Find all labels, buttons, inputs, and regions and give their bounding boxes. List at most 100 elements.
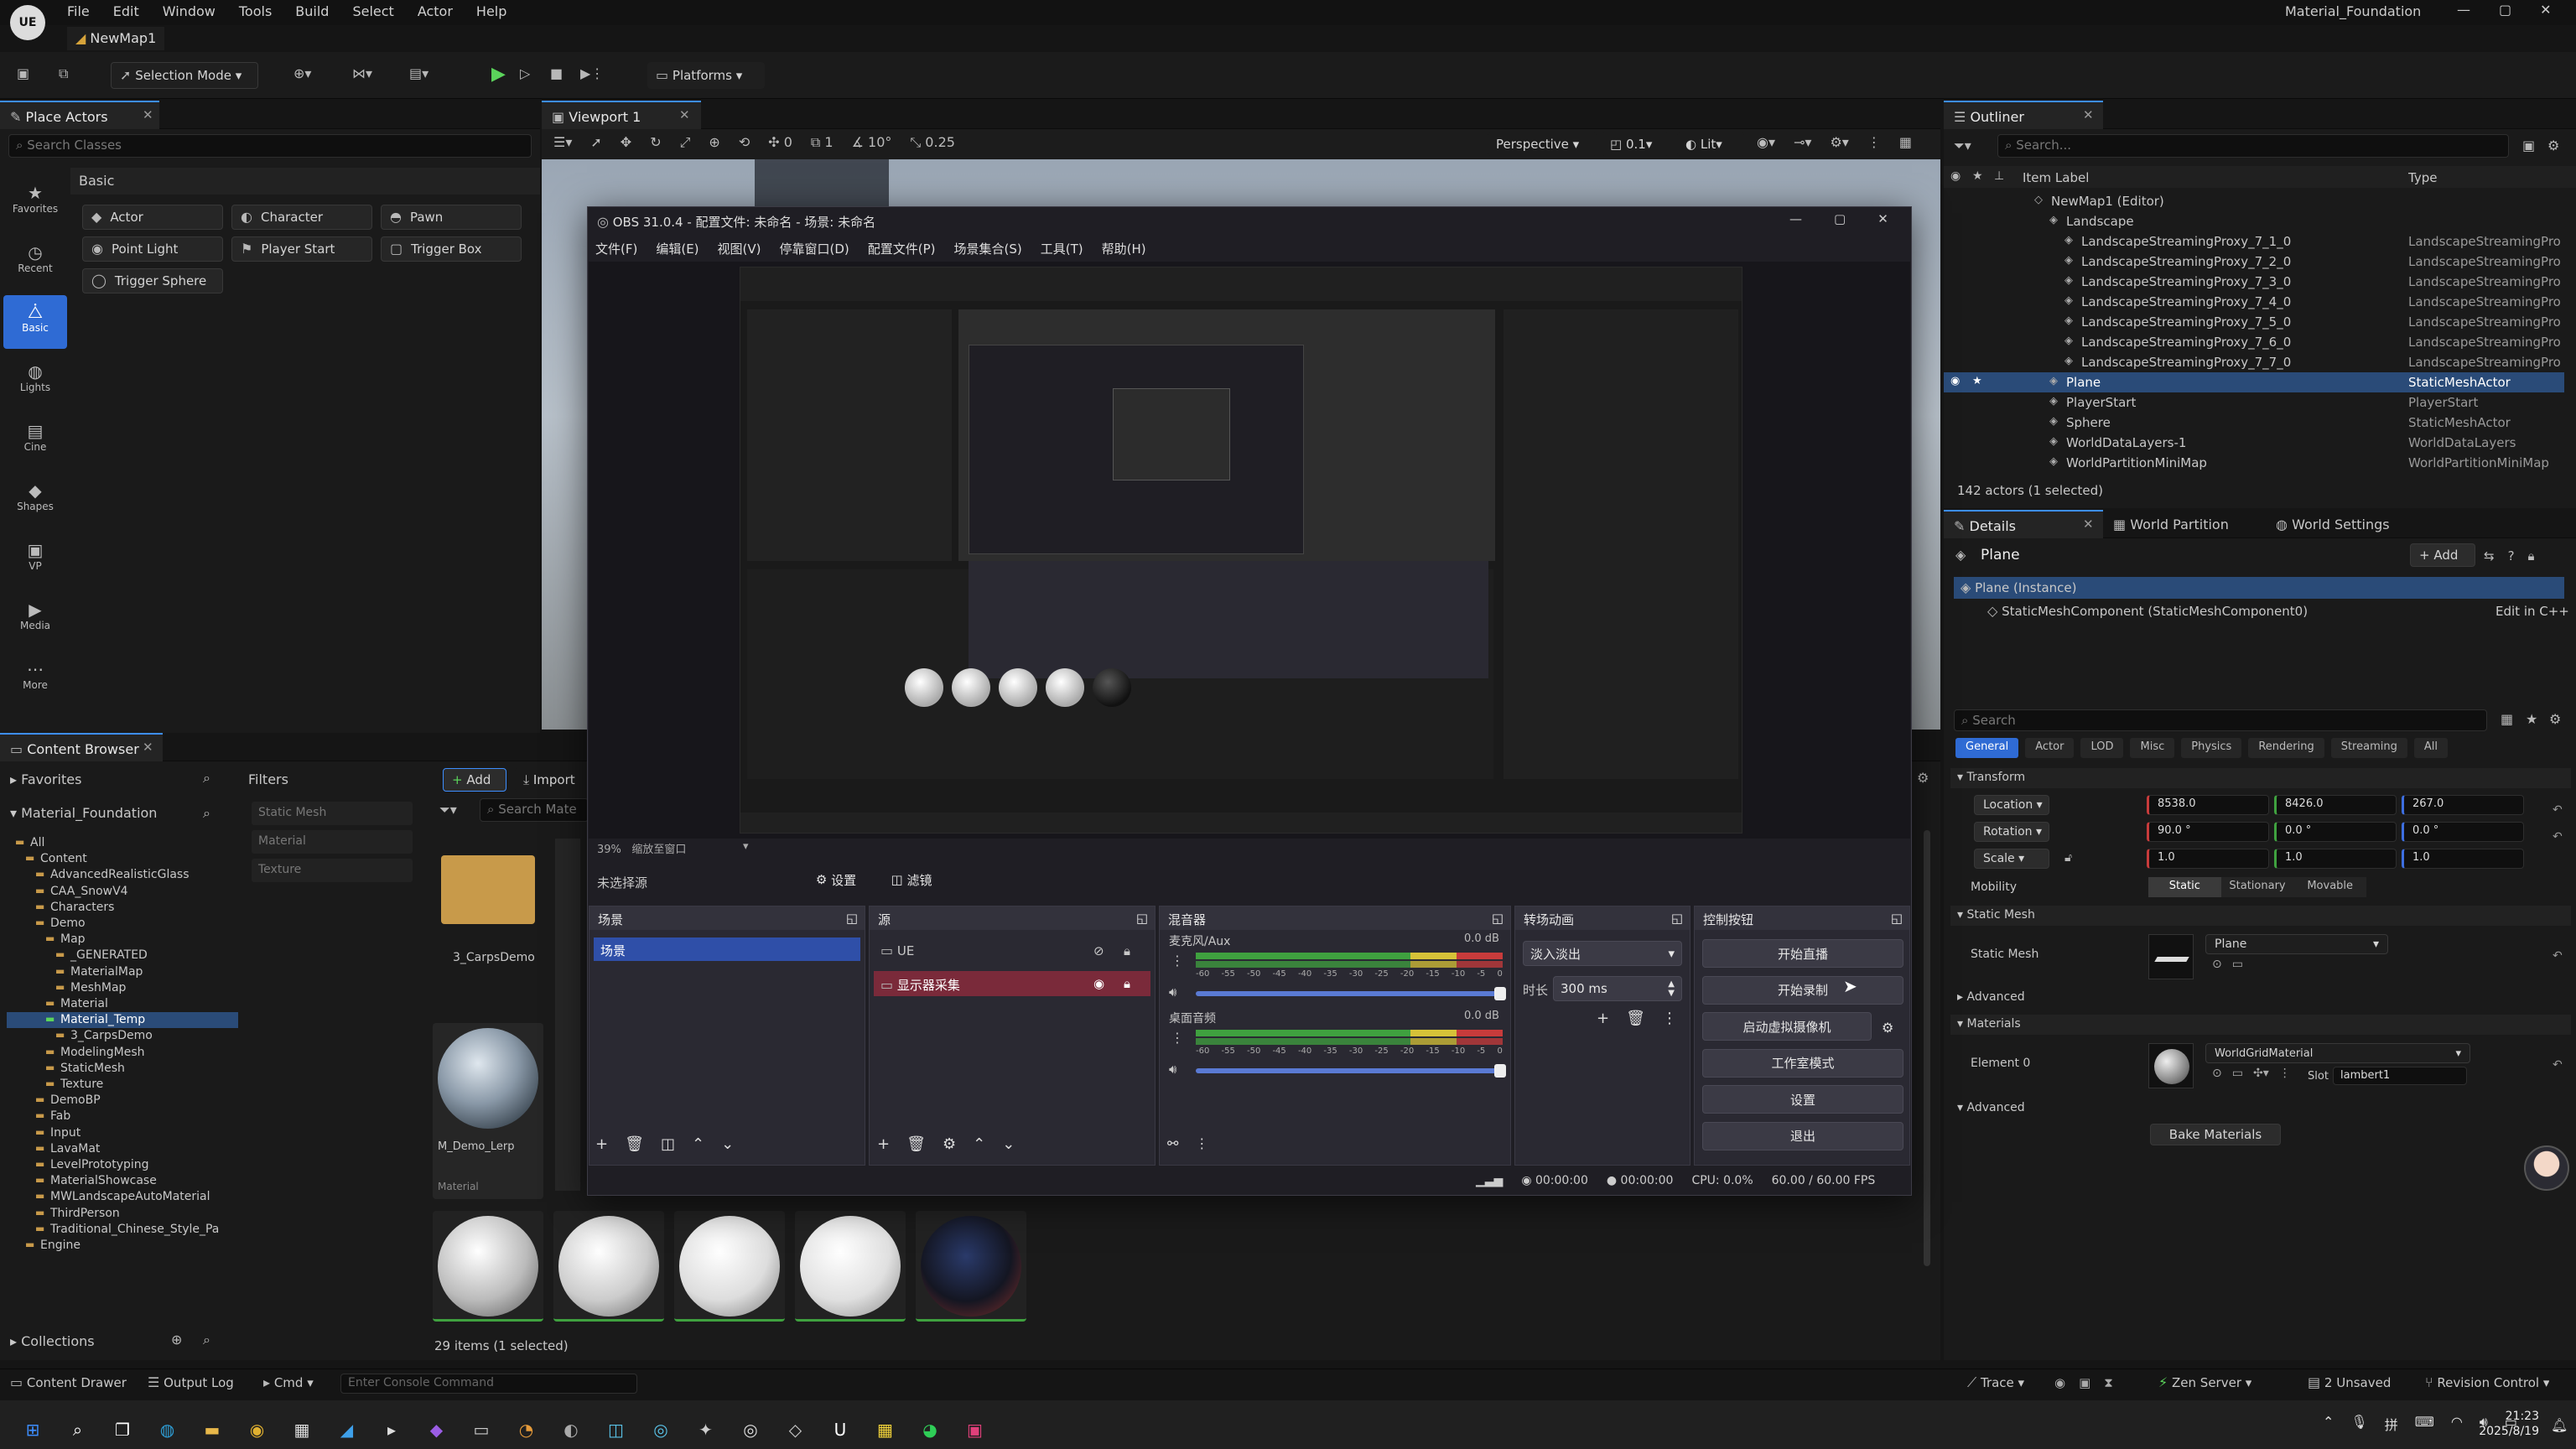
menu-file[interactable]: File <box>67 3 90 23</box>
menu-edit[interactable]: Edit <box>113 3 139 23</box>
source-ue[interactable]: ▭ UE ⊘ 🔒︎ <box>874 939 1150 963</box>
folder-item[interactable]: ▬ 3_CarpsDemo <box>7 1028 238 1044</box>
rotation-z-input[interactable]: 0.0 ° <box>2402 822 2524 842</box>
settings-icon[interactable]: ⚙ <box>1917 771 1929 785</box>
more-icon[interactable]: ⋮ <box>1867 134 1881 150</box>
add-folder-icon[interactable]: ▣ <box>2522 139 2535 153</box>
duration-input[interactable]: 300 ms ▲ ▼ <box>1553 976 1682 1001</box>
trash-icon[interactable]: 🗑︎ <box>906 1135 926 1153</box>
sidebar-item-more[interactable]: ⋯ More <box>3 652 67 706</box>
avatar[interactable] <box>2524 1145 2569 1191</box>
lock-icon[interactable]: 🔒︎ <box>2528 548 2535 564</box>
slider-handle[interactable] <box>1494 1064 1506 1078</box>
obs-icon[interactable]: ◎ <box>738 1417 763 1442</box>
folder-item[interactable]: ▬ Engine <box>7 1238 238 1254</box>
material-asset[interactable] <box>674 1211 785 1322</box>
terminal-icon[interactable]: ▸ <box>379 1417 404 1442</box>
folder-item[interactable]: ▬ All <box>7 835 238 851</box>
wechat-icon[interactable]: ◕ <box>917 1417 943 1442</box>
ue-logo-icon[interactable]: UE <box>10 5 45 40</box>
undock-icon[interactable]: ◱ <box>1671 911 1683 926</box>
obs-menu-item[interactable]: 帮助(H) <box>1102 240 1146 257</box>
settings-icon[interactable]: ⚙ <box>2547 139 2559 153</box>
zen-server-dropdown[interactable]: ⚡ Zen Server ▾ <box>2158 1375 2251 1390</box>
location-z-input[interactable]: 267.0 <box>2402 795 2524 815</box>
favorites-header[interactable]: ▸ Favorites <box>10 771 228 787</box>
save-icon[interactable]: ▣ <box>17 67 29 80</box>
down-icon[interactable]: ⌄ <box>1002 1135 1015 1153</box>
sidebar-item-basic[interactable]: ⧊ Basic <box>3 295 67 349</box>
folder-item[interactable]: ▬ LavaMat <box>7 1141 238 1157</box>
obs-menu-item[interactable]: 配置文件(P) <box>868 240 936 257</box>
actor-item-pawn[interactable]: ◓ Pawn <box>381 205 522 230</box>
maximize-icon[interactable]: ▢ <box>1834 211 1846 226</box>
table-icon[interactable]: ▦ <box>2501 713 2513 726</box>
close-icon[interactable]: ✕ <box>143 740 153 755</box>
folder-item[interactable]: ▬ StaticMesh <box>7 1061 238 1077</box>
outliner-row[interactable]: ◈ Landscape <box>1944 211 2564 231</box>
obs-menu-item[interactable]: 停靠窗口(D) <box>780 240 849 257</box>
surface-snap-icon[interactable]: ⟲ <box>739 134 750 151</box>
eye-icon[interactable]: ◉ <box>1950 375 1960 387</box>
outliner-row[interactable]: ◈ LandscapeStreamingProxy_7_4_0 LandscapeS… <box>1944 292 2564 312</box>
app5-icon[interactable]: ✦ <box>693 1417 719 1442</box>
source-display-capture[interactable]: ▭ 显示器采集 ◉ 🔒︎ <box>874 971 1150 996</box>
obs-menu-item[interactable]: 视图(V) <box>718 240 761 257</box>
instance-row[interactable]: ◈ Plane (Instance) <box>1954 577 2564 599</box>
gear-icon[interactable]: ⚙ <box>943 1135 956 1153</box>
filter-tab-rendering[interactable]: Rendering <box>2248 738 2324 758</box>
play-icon[interactable]: ▶ <box>491 64 506 85</box>
camera-icon[interactable]: ▣ <box>2079 1375 2090 1390</box>
search-classes-input[interactable]: ⌕ Search Classes <box>8 134 532 158</box>
rotation-dropdown[interactable]: Rotation ▾ <box>1974 822 2049 842</box>
volume-slider[interactable] <box>1196 987 1506 1000</box>
obs-control-button[interactable]: 开始直播 <box>1702 939 1903 968</box>
add-collection-icon[interactable]: ⊕ <box>171 1333 182 1347</box>
revision-control-dropdown[interactable]: ⑂ Revision Control ▾ <box>2425 1375 2549 1390</box>
grid-snap[interactable]: ✣ 0 <box>768 134 792 151</box>
move-icon[interactable]: ✥ <box>621 134 631 151</box>
lock-icon[interactable]: 🔓︎ <box>2064 852 2072 864</box>
explorer-icon[interactable]: ▬ <box>200 1417 225 1442</box>
cinematics-icon[interactable]: ▤▾ <box>409 67 428 80</box>
more-icon[interactable]: ⋮ <box>1195 1135 1208 1151</box>
folder-item[interactable]: ▬ Fab <box>7 1109 238 1124</box>
outliner-search-input[interactable]: ⌕ Search... <box>1997 134 2509 158</box>
folder-item[interactable]: ▬ MaterialShowcase <box>7 1173 238 1189</box>
mobility-stationary[interactable]: Stationary <box>2220 877 2294 897</box>
trash-icon[interactable]: 🗑︎ <box>625 1135 644 1153</box>
sidebar-item-recent[interactable]: ◷ Recent <box>3 236 67 289</box>
obs-control-button[interactable]: 退出 <box>1702 1121 1903 1150</box>
minimize-icon[interactable]: — <box>1789 211 1802 226</box>
close-icon[interactable]: ✕ <box>2540 2 2551 18</box>
outliner-row[interactable]: ◈ LandscapeStreamingProxy_7_7_0 LandscapeS… <box>1944 352 2564 372</box>
scale-y-input[interactable]: 1.0 <box>2274 849 2397 869</box>
volume-slider[interactable] <box>1196 1064 1506 1078</box>
rotation-x-input[interactable]: 90.0 ° <box>2147 822 2269 842</box>
actor-item-point-light[interactable]: ◉ Point Light <box>82 236 223 262</box>
app7-icon[interactable]: ▣ <box>963 1417 988 1442</box>
help-icon[interactable]: ? <box>2508 548 2515 564</box>
console-icon[interactable]: ▭ <box>469 1417 494 1442</box>
menu-tools[interactable]: Tools <box>239 3 272 23</box>
menu-help[interactable]: Help <box>476 3 506 23</box>
menu-icon[interactable]: ☰▾ <box>553 134 572 151</box>
filter-tab-all[interactable]: All <box>2413 738 2448 758</box>
eye-off-icon[interactable]: ⊘ <box>1093 943 1104 958</box>
tab-world-partition[interactable]: ▦ World Partition <box>2113 517 2229 532</box>
tab-outliner[interactable]: ☰ Outliner <box>1944 101 2103 129</box>
gear-icon[interactable]: ⚙ <box>2549 713 2561 726</box>
scale-snap[interactable]: ⤡ 0.25 <box>910 134 955 151</box>
search-icon[interactable]: ⌕ <box>203 1333 210 1347</box>
link-icon[interactable]: ⚯ <box>1167 1135 1178 1151</box>
add-button[interactable]: + Add <box>443 768 506 792</box>
up-icon[interactable]: ⌃ <box>692 1135 704 1153</box>
advanced-section[interactable]: ▸ Advanced <box>1950 988 2571 1008</box>
vscode-icon[interactable]: ◢ <box>335 1417 360 1442</box>
folder-item[interactable]: ▬ _GENERATED <box>7 948 238 963</box>
perspective-dropdown[interactable]: Perspective ▾ <box>1488 132 1597 156</box>
folder-item[interactable]: ▬ Material <box>7 996 238 1012</box>
output-log-button[interactable]: ☰ Output Log <box>148 1375 234 1390</box>
edge-icon[interactable]: ◍ <box>155 1417 180 1442</box>
cmd-dropdown[interactable]: ▸ Cmd ▾ <box>263 1375 314 1390</box>
